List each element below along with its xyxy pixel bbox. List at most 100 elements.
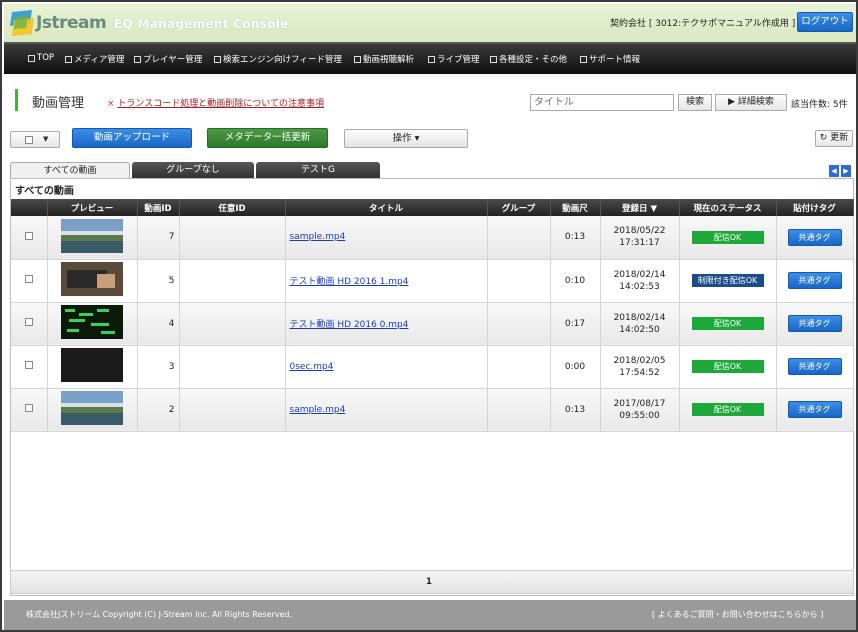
tag-cell: 共通タグ (776, 216, 854, 260)
header: Jstream EQ Management Console 契約会社 [ 301… (4, 4, 856, 42)
video-thumbnail[interactable] (61, 391, 123, 425)
registered-date: 2017/08/17 09:55:00 (600, 388, 680, 432)
operations-dropdown[interactable]: 操作 ▾ (344, 129, 468, 148)
notice-mark: × (107, 99, 115, 109)
col-header-registered[interactable]: 登録日 ▼ (600, 199, 680, 216)
tab-no-group[interactable]: グループなし (132, 162, 254, 178)
nav-item-label: TOP (37, 53, 55, 63)
tag-cell: 共通タグ (776, 302, 854, 346)
video-thumbnail[interactable] (61, 305, 123, 339)
select-all-dropdown[interactable]: ▼ (10, 131, 60, 148)
status-cell: 配信OK (679, 388, 777, 432)
refresh-button[interactable]: ↻ 更新 (815, 130, 853, 147)
video-title-link[interactable]: sample.mp4 (286, 232, 346, 242)
group-cell (487, 302, 551, 346)
date: 2018/02/14 (613, 312, 666, 323)
table-row[interactable]: 2 sample.mp4 0:13 2017/08/17 09:55:00 配信OK 共通タ… (11, 388, 854, 432)
notice-link[interactable]: トランスコード処理と動画削除についての注意事項 (117, 99, 324, 109)
page-number-current[interactable]: 1 (426, 577, 432, 587)
tab-prev-icon[interactable]: ◀ (829, 165, 839, 177)
nav-item-settings[interactable]: 各種設定・その他 (490, 53, 567, 65)
app-window: Jstream EQ Management Console 契約会社 [ 301… (0, 0, 858, 632)
nav-item-label: サポート情報 (589, 55, 641, 65)
time: 17:31:17 (619, 238, 660, 249)
nav-item-live[interactable]: ライブ管理 (428, 53, 480, 65)
nav-item-player[interactable]: プレイヤー管理 (134, 53, 202, 65)
nav-box-icon (134, 55, 141, 63)
row-checkbox[interactable] (24, 318, 33, 326)
col-header-duration[interactable]: 動画尺 (550, 199, 601, 216)
upload-video-button[interactable]: 動画アップロード (72, 128, 192, 148)
duration: 0:17 (550, 302, 601, 346)
embed-tag-button[interactable]: 共通タグ (787, 228, 842, 246)
nav-item-label: 各種設定・その他 (499, 55, 568, 65)
tab-next-icon[interactable]: ▶ (841, 165, 851, 177)
title-row: 動画管理 × トランスコード処理と動画削除についての注意事項 検索 ▶ 詳細検索… (4, 84, 856, 120)
nav-item-label: 動画視聴解析 (363, 55, 415, 65)
nav-item-media[interactable]: メディア管理 (65, 53, 124, 65)
embed-tag-button[interactable]: 共通タグ (787, 315, 842, 332)
title-cell: テスト動画 HD 2016 0.mp4 (285, 302, 488, 346)
video-title-link[interactable]: テスト動画 HD 2016 1.mp4 (286, 277, 409, 287)
tab-all-videos[interactable]: すべての動画 (10, 162, 130, 179)
status-cell: 配信OK (679, 302, 777, 346)
preview-cell (47, 216, 138, 260)
row-checkbox[interactable] (24, 404, 33, 412)
custom-id (179, 388, 286, 432)
video-thumbnail[interactable] (61, 218, 123, 253)
search-button[interactable]: 検索 (678, 94, 712, 111)
title-accent-bar (15, 89, 18, 111)
video-id: 5 (137, 259, 180, 303)
custom-id (179, 345, 286, 389)
video-table: プレビュー 動画ID 任意ID タイトル グループ 動画尺 登録日 ▼ 現在のス… (11, 199, 854, 432)
row-checkbox-cell (11, 388, 48, 432)
title-cell: テスト動画 HD 2016 1.mp4 (285, 259, 488, 303)
registered-date: 2018/02/14 14:02:50 (600, 302, 680, 346)
help-link[interactable]: [ よくあるご質問・お問い合わせはこちらから ] (652, 609, 823, 620)
title-cell: sample.mp4 (285, 388, 488, 432)
video-thumbnail[interactable] (61, 348, 123, 382)
table-row[interactable]: 5 テスト動画 HD 2016 1.mp4 0:10 2018/02/14 14:02:… (11, 259, 854, 303)
col-header-title[interactable]: タイトル (285, 199, 488, 216)
row-checkbox[interactable] (24, 275, 33, 283)
video-title-link[interactable]: テスト動画 HD 2016 0.mp4 (286, 320, 409, 330)
video-title-link[interactable]: 0sec.mp4 (286, 362, 334, 372)
metadata-bulk-update-button[interactable]: メタデータ一括更新 (207, 128, 328, 148)
select-all-checkbox[interactable] (25, 136, 33, 144)
duration: 0:13 (550, 388, 601, 432)
result-count: 該当件数: 5件 (791, 100, 848, 110)
nav-item-support[interactable]: サポート情報 (580, 53, 640, 65)
nav-item-analytics[interactable]: 動画視聴解析 (354, 53, 414, 65)
embed-tag-button[interactable]: 共通タグ (787, 358, 842, 375)
row-checkbox-cell (11, 302, 48, 346)
col-header-video-id[interactable]: 動画ID (137, 199, 180, 216)
video-title-link[interactable]: sample.mp4 (286, 405, 346, 415)
registered-date: 2018/02/05 17:54:52 (600, 345, 680, 389)
search-input[interactable] (530, 94, 674, 111)
col-header-status: 現在のステータス (679, 199, 777, 216)
advanced-search-button[interactable]: ▶ 詳細検索 (715, 94, 787, 111)
table-row[interactable]: 4 テスト動画 HD 2016 0.mp4 0:17 2018/02/14 14:02:… (11, 302, 854, 346)
date: 2018/05/22 (613, 226, 666, 237)
time: 14:02:50 (619, 324, 660, 335)
nav-item-top[interactable]: TOP (28, 53, 54, 63)
video-thumbnail[interactable] (61, 262, 123, 296)
chevron-down-icon: ▼ (43, 135, 49, 143)
table-row[interactable]: 7 sample.mp4 0:13 2018/05/22 17:31:17 配信OK 共通タ… (11, 216, 854, 260)
nav-box-icon (65, 55, 72, 63)
col-header-custom-id[interactable]: 任意ID (179, 199, 286, 216)
status-badge: 配信OK (691, 360, 764, 373)
tag-cell: 共通タグ (776, 345, 854, 389)
nav-item-feed[interactable]: 検索エンジン向けフィード管理 (214, 53, 342, 65)
col-header-checkbox (11, 199, 48, 216)
embed-tag-button[interactable]: 共通タグ (787, 272, 842, 289)
nav-box-icon (28, 54, 35, 62)
row-checkbox[interactable] (24, 231, 33, 240)
embed-tag-button[interactable]: 共通タグ (787, 401, 842, 418)
row-checkbox[interactable] (24, 361, 33, 369)
tab-test-group[interactable]: テストG (256, 162, 380, 178)
jstream-logo[interactable]: Jstream (10, 10, 107, 38)
logout-button[interactable]: ログアウト (797, 12, 853, 32)
table-row[interactable]: 3 0sec.mp4 0:00 2018/02/05 17:54:52 配信OK 共通タグ (11, 345, 854, 389)
nav-box-icon (490, 55, 497, 63)
